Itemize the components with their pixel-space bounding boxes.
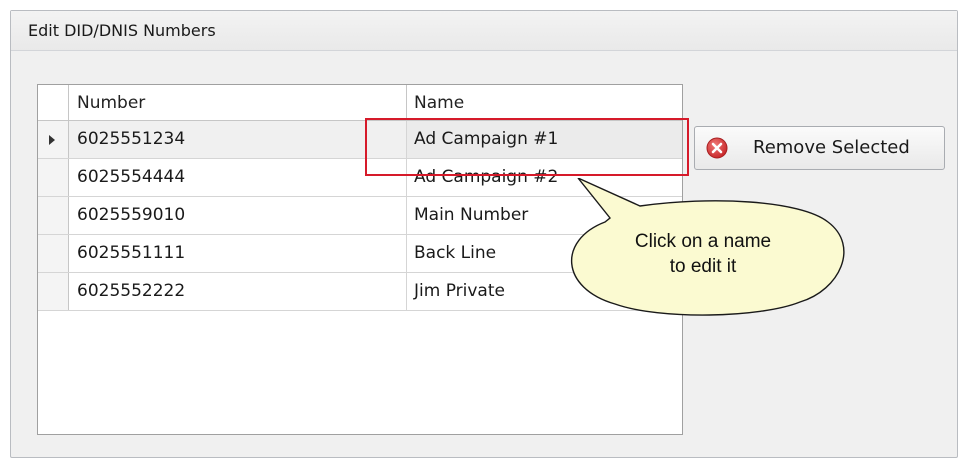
remove-selected-button[interactable]: Remove Selected <box>694 126 945 170</box>
callout-text: Click on a name to edit it <box>578 229 828 279</box>
callout-line-2: to edit it <box>669 256 737 277</box>
panel-title: Edit DID/DNIS Numbers <box>11 11 957 51</box>
remove-icon <box>706 137 728 159</box>
column-header-number[interactable]: Number <box>69 85 407 120</box>
header-indicator-cell <box>38 85 69 120</box>
callout-balloon: Click on a name to edit it <box>560 178 860 328</box>
remove-selected-label: Remove Selected <box>753 137 910 158</box>
number-cell[interactable]: 6025559010 <box>69 197 407 234</box>
row-indicator[interactable] <box>38 197 69 234</box>
row-indicator[interactable] <box>38 159 69 196</box>
row-indicator[interactable] <box>38 235 69 272</box>
row-indicator[interactable] <box>38 273 69 310</box>
column-header-name[interactable]: Name <box>407 85 682 120</box>
number-cell[interactable]: 6025552222 <box>69 273 407 310</box>
name-cell[interactable]: Ad Campaign #1 <box>407 121 682 158</box>
callout-line-1: Click on a name <box>634 231 772 252</box>
number-cell[interactable]: 6025551234 <box>69 121 407 158</box>
grid-header-row: Number Name <box>38 85 682 121</box>
number-cell[interactable]: 6025554444 <box>69 159 407 196</box>
row-indicator[interactable] <box>38 121 69 158</box>
table-row[interactable]: 6025551234 Ad Campaign #1 <box>38 121 682 159</box>
number-cell[interactable]: 6025551111 <box>69 235 407 272</box>
current-row-arrow-icon <box>49 135 55 145</box>
